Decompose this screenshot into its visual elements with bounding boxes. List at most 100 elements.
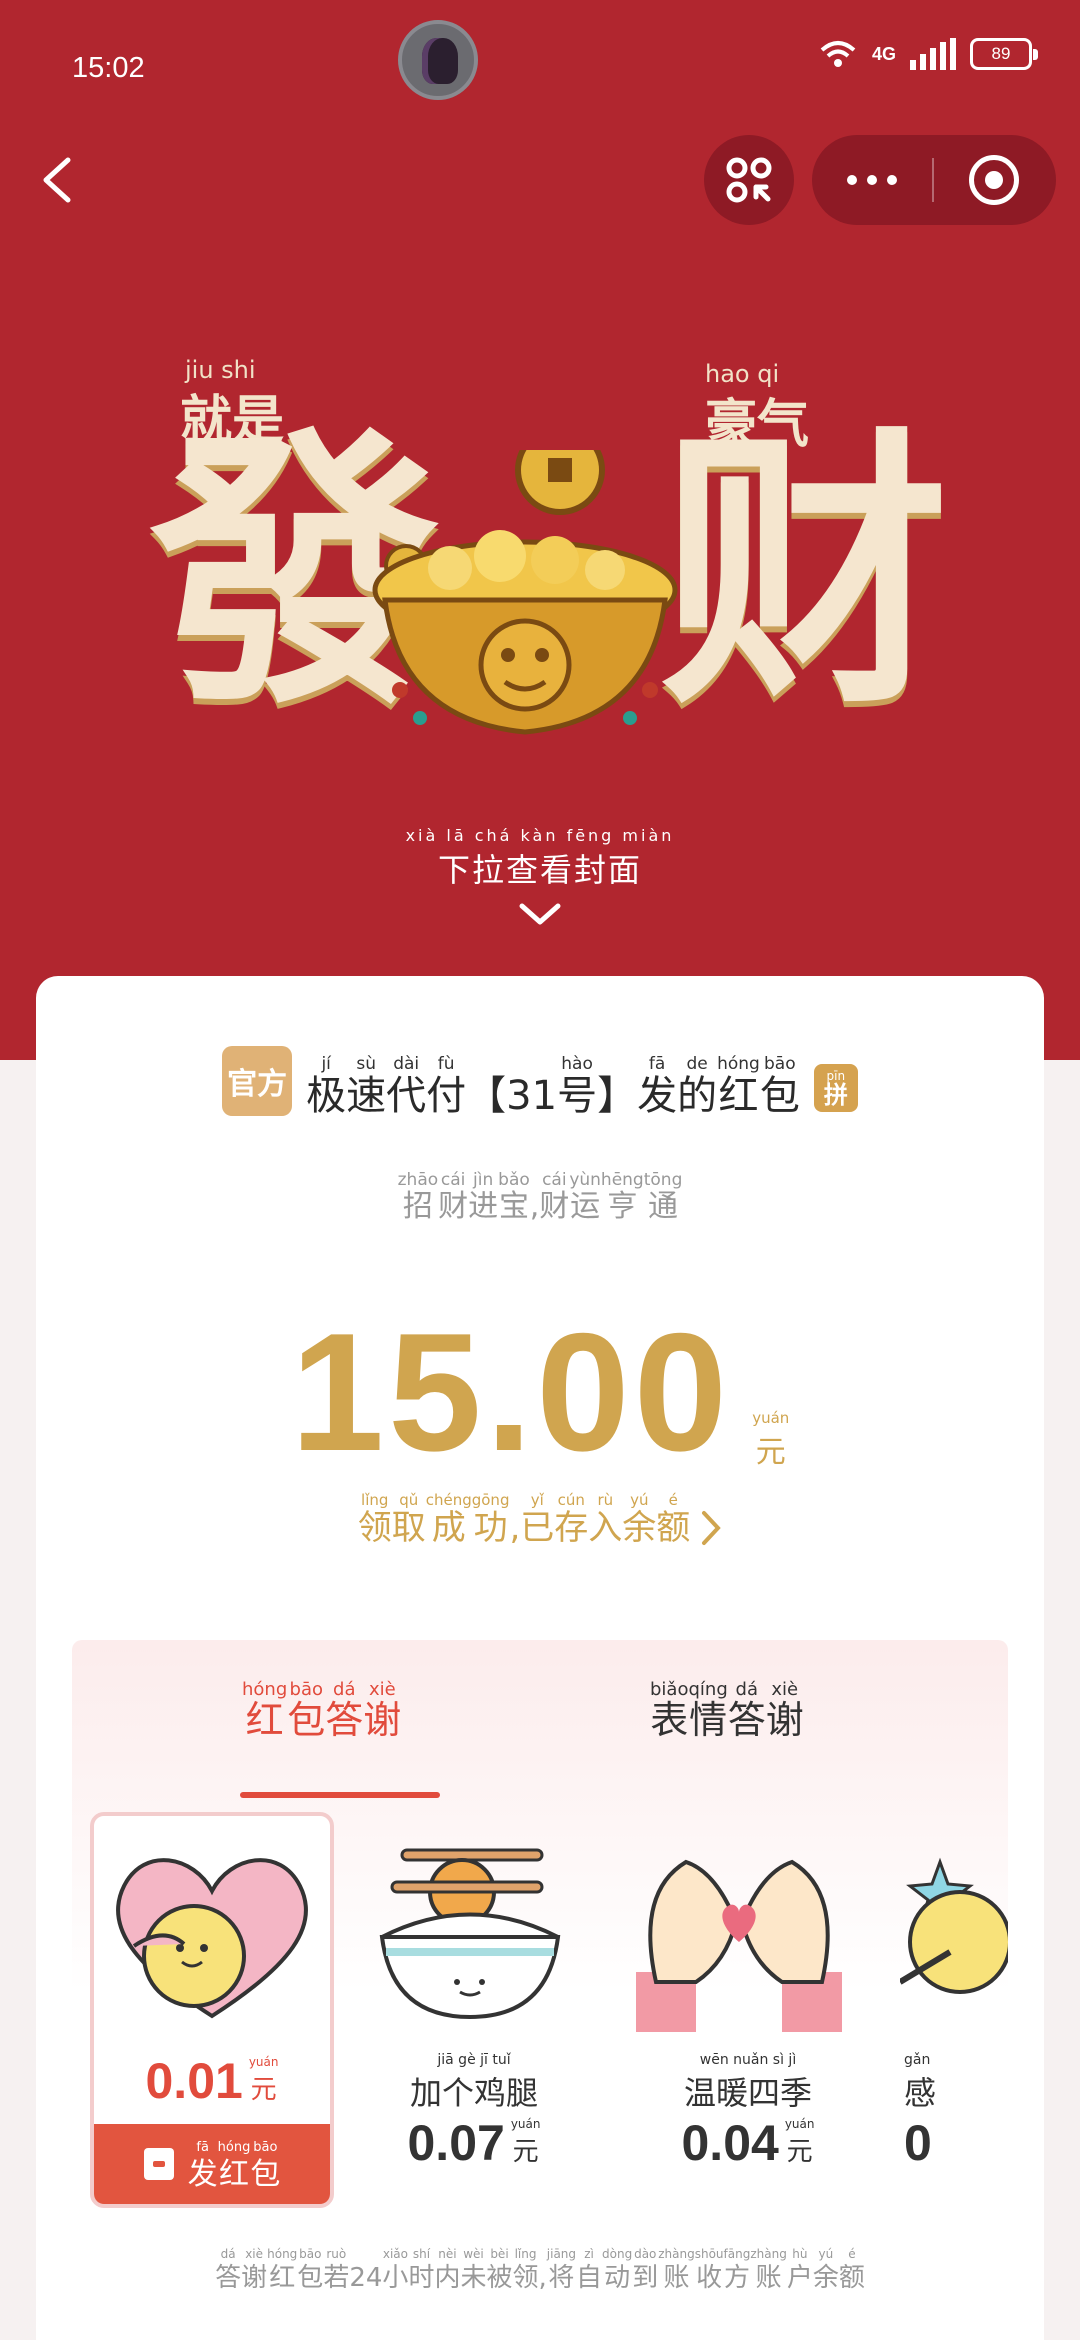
ruby-char-char: , <box>529 1189 540 1224</box>
user-avatar[interactable] <box>398 20 478 100</box>
ruby-char-pinyin: tōng <box>643 1170 683 1190</box>
miniapp-capsule <box>812 135 1056 225</box>
ruby-char: yùn 运 <box>569 1170 601 1223</box>
tab-char-char: 红 <box>245 1698 284 1742</box>
ruby-char-char: 极 <box>306 1073 347 1119</box>
received-amount: 15.00 yuán 元 <box>36 1296 1044 1489</box>
ruby-char-pinyin: hù <box>792 2247 808 2261</box>
ruby-char: , <box>509 1490 520 1547</box>
ruby-char: bèi 被 <box>486 2244 512 2293</box>
ruby-char-char: 招 <box>402 1189 433 1224</box>
ruby-char: ruò 若 <box>323 2244 349 2293</box>
gift-item-drumstick[interactable]: jiā gè jī tuǐ 加个鸡腿 0.07 yuán 元 <box>352 1812 596 2208</box>
gift-list[interactable]: 0.01 yuán 元 fā 发 hóng 红 bāo 包 jiā gè jī … <box>90 1812 1008 2232</box>
ruby-char-pinyin: cái <box>440 1170 466 1190</box>
tab-char: dá 答 <box>325 1680 363 1742</box>
ruby-char-pinyin: ruò <box>326 2247 347 2261</box>
ruby-char-pinyin <box>532 1170 537 1190</box>
ruby-char: fā 发 <box>188 2138 218 2191</box>
more-options-icon[interactable] <box>812 135 932 225</box>
pull-hint-pinyin: xià lā chá kàn fēng miàn <box>405 826 675 845</box>
ruby-char: jiāng 将 <box>547 2244 576 2293</box>
ruby-char-char: 【31 <box>466 1073 558 1119</box>
ruby-char-char: 账 <box>663 2263 690 2293</box>
ruby-char-pinyin: zhàng <box>750 2247 787 2261</box>
ruby-char-char: 24 <box>349 2263 383 2293</box>
ruby-char-pinyin: fā <box>196 2139 209 2155</box>
send-red-packet-button[interactable]: fā 发 hóng 红 bāo 包 <box>94 2124 330 2204</box>
ruby-char-char: 方 <box>723 2263 750 2293</box>
tab-char: qíng 情 <box>688 1680 727 1742</box>
ruby-char-char: 内 <box>434 2263 461 2293</box>
tab-char: dá 答 <box>728 1680 766 1742</box>
gift-item-heart[interactable]: 0.01 yuán 元 fā 发 hóng 红 bāo 包 <box>90 1812 334 2208</box>
group-buy-badge: pīn 拼 <box>813 1064 858 1112</box>
gift-price-unit: yuán 元 <box>249 2055 279 2106</box>
amount-unit: yuán 元 <box>752 1409 789 1471</box>
network-type: 4G <box>871 43 896 64</box>
ruby-char-pinyin: bèi <box>490 2247 509 2261</box>
ruby-char-char: 包 <box>297 2263 324 2293</box>
ruby-char-pinyin: nèi <box>438 2247 457 2261</box>
gift-price: 0.04 yuán 元 <box>626 2114 870 2172</box>
ruby-char-char: 宝 <box>498 1189 529 1224</box>
ruby-char-pinyin: hóng <box>217 2139 251 2155</box>
ruby-char-pinyin: zhàng <box>658 2247 695 2261</box>
ruby-char-pinyin: hóng <box>267 2247 298 2261</box>
pull-hint-text: 下拉查看封面 <box>437 851 642 889</box>
tab-char: xiè 谢 <box>766 1680 804 1742</box>
tab-char-pinyin: dá <box>333 1679 356 1700</box>
ruby-char: cái 财 <box>539 1170 569 1223</box>
ruby-char: zì 自 <box>576 2244 602 2293</box>
ruby-char: , <box>539 2244 547 2293</box>
ruby-char: dá 答 <box>215 2244 241 2293</box>
ruby-char-char: 速 <box>346 1073 387 1119</box>
ruby-char: gōng 功 <box>472 1490 510 1547</box>
ruby-char: 【31 <box>466 1054 557 1118</box>
tab-char-pinyin: bāo <box>289 1679 323 1700</box>
ruby-char-char: 自 <box>576 2263 603 2293</box>
ruby-char: dào 到 <box>632 2244 658 2293</box>
ruby-char-pinyin: zì <box>584 2247 594 2261</box>
star-wand-icon <box>900 1857 1008 1994</box>
red-packet-card: 官方 jí 极 sù 速 dài 代 fù 付 【31 hào 号 】 fā 发 de 的 hóng 红 bāo… <box>36 976 1044 2340</box>
ruby-char-char: 领 <box>512 2263 539 2293</box>
ruby-char-char: 发 <box>187 2156 218 2192</box>
ruby-char: shí 时 <box>408 2244 434 2293</box>
tab-char: biǎo 表 <box>650 1680 688 1742</box>
ruby-char: hù 户 <box>787 2244 813 2293</box>
tab-char-pinyin: biǎo <box>650 1679 689 1700</box>
group-buy-badge-text: 拼 <box>823 1081 848 1109</box>
ruby-char-pinyin: shí <box>412 2247 431 2261</box>
ruby-char-char: 号 <box>557 1073 598 1119</box>
gift-price: 0 <box>900 2114 1008 2172</box>
heart-hug-icon <box>116 1858 308 2019</box>
gift-price-unit-pinyin: yuán <box>510 2117 541 2131</box>
chevron-down-icon[interactable] <box>516 900 564 930</box>
ruby-char: bǎo 宝 <box>498 1170 530 1223</box>
gift-item-partial[interactable]: gǎn 感 0 <box>900 1812 1008 2208</box>
ruby-char-pinyin: lǐng <box>361 1491 389 1509</box>
miniapp-switch-button[interactable] <box>704 135 794 225</box>
ruby-char-pinyin <box>364 2244 368 2264</box>
saved-to-balance-link[interactable]: lǐng 领 qǔ 取 chéng 成 gōng 功 , yǐ 已 cún 存 rù 入 yú 余 é 额 <box>36 1490 1044 1547</box>
tab-red-packet-thanks[interactable]: hóng 红 bāo 包 dá 答 xiè 谢 <box>242 1680 401 1742</box>
ruby-char-pinyin: é <box>848 2247 856 2261</box>
gift-item-warm[interactable]: wēn nuǎn sì jì 温暖四季 0.04 yuán 元 <box>626 1812 870 2208</box>
tab-emoji-thanks[interactable]: biǎo 表 qíng 情 dá 答 xiè 谢 <box>650 1680 804 1742</box>
back-arrow-icon[interactable] <box>30 150 90 210</box>
gift-price-unit-text: 元 <box>786 2137 813 2167</box>
ruby-char-pinyin <box>512 1490 517 1510</box>
ruby-char: sù 速 <box>346 1054 386 1118</box>
close-miniapp-button[interactable] <box>934 135 1054 225</box>
ruby-char-pinyin: jí <box>321 1054 331 1074</box>
ruby-char: yú 余 <box>622 1490 656 1547</box>
ruby-char-pinyin: bāo <box>299 2247 322 2261</box>
gift-price-value: 0.04 <box>681 2115 779 2171</box>
ruby-char: dài 代 <box>386 1054 426 1118</box>
saved-to-balance-text: lǐng 领 qǔ 取 chéng 成 gōng 功 , yǐ 已 cún 存 rù 入 yú 余 é 额 <box>358 1490 691 1547</box>
ruby-char-char: 余 <box>812 2263 839 2293</box>
ruby-char: zhàng 账 <box>750 2244 786 2293</box>
ruby-char: nèi 内 <box>434 2244 460 2293</box>
ruby-char: fāng 方 <box>724 2244 751 2293</box>
